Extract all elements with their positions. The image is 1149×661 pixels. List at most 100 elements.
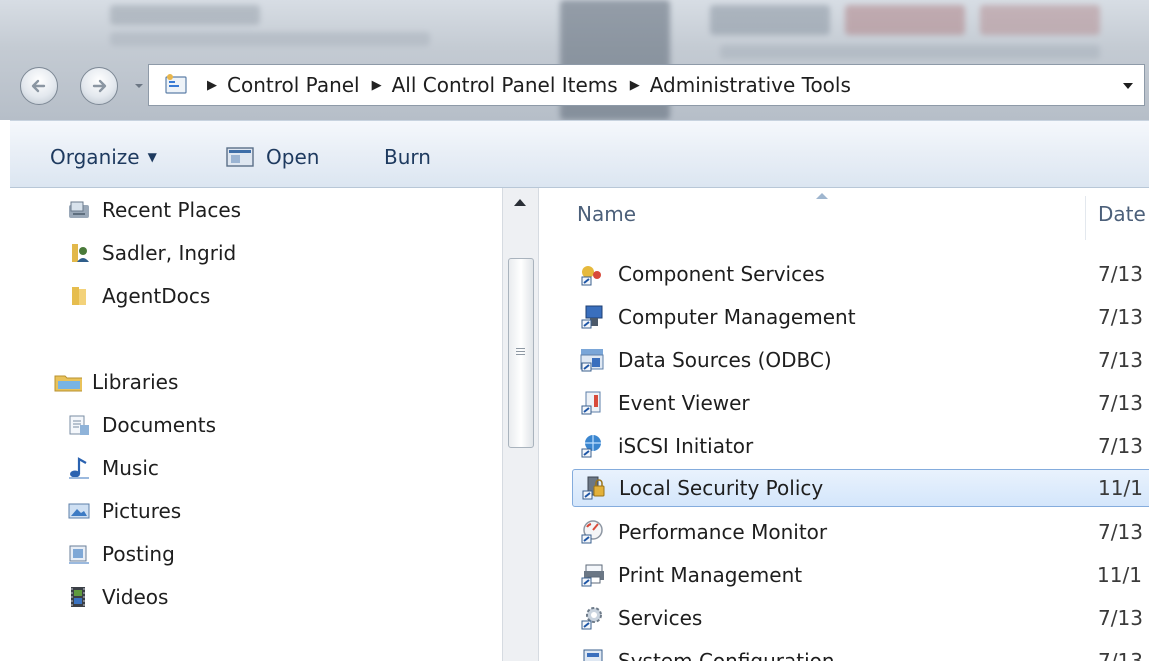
open-window-icon xyxy=(226,147,254,167)
breadcrumb-administrative-tools[interactable]: Administrative Tools xyxy=(650,73,851,97)
item-name: Event Viewer xyxy=(618,391,750,415)
nav-item-pictures[interactable]: Pictures xyxy=(66,494,181,528)
nav-item-music[interactable]: Music xyxy=(66,451,159,485)
nav-item-label: AgentDocs xyxy=(102,284,211,308)
list-item[interactable]: Component Services 7/13 xyxy=(572,255,1149,293)
performance-monitor-icon xyxy=(581,520,603,544)
item-date: 7/13 xyxy=(1098,520,1143,544)
forward-button[interactable] xyxy=(80,67,118,105)
recent-pages-dropdown-icon[interactable] xyxy=(133,80,145,92)
nav-item-videos[interactable]: Videos xyxy=(66,580,168,614)
forward-arrow-icon xyxy=(92,79,107,93)
computer-management-icon xyxy=(581,305,603,329)
item-date: 7/13 xyxy=(1098,391,1143,415)
item-name: Computer Management xyxy=(618,305,856,329)
nav-item-sadler-ingrid[interactable]: Sadler, Ingrid xyxy=(66,236,236,270)
list-item[interactable]: Event Viewer 7/13 xyxy=(572,384,1149,422)
list-item[interactable]: System Configuration 7/13 xyxy=(572,642,1149,661)
file-list: Name Date Component Services 7/13 Comput… xyxy=(539,188,1149,661)
breadcrumb-control-panel[interactable]: Control Panel xyxy=(227,73,360,97)
control-panel-icon xyxy=(165,74,187,94)
column-header-name[interactable]: Name xyxy=(577,188,636,240)
odbc-icon xyxy=(580,349,604,372)
list-item-selected[interactable]: Local Security Policy 11/1 xyxy=(572,469,1149,507)
nav-item-documents[interactable]: Documents xyxy=(66,408,216,442)
open-button[interactable]: Open xyxy=(226,145,319,169)
item-date: 7/13 xyxy=(1098,606,1143,630)
address-bar[interactable]: ▶ Control Panel ▶ All Control Panel Item… xyxy=(148,64,1145,106)
nav-item-label: Pictures xyxy=(102,499,182,523)
organize-label: Organize xyxy=(50,145,140,169)
nav-item-posting[interactable]: Posting xyxy=(66,537,175,571)
item-name: System Configuration xyxy=(618,649,835,661)
navigation-scrollbar[interactable] xyxy=(502,188,539,661)
nav-item-label: Posting xyxy=(102,542,175,566)
services-icon xyxy=(581,607,602,630)
item-date: 7/13 xyxy=(1098,262,1143,286)
item-name: Services xyxy=(618,606,703,630)
videos-icon xyxy=(71,587,85,607)
recent-places-icon xyxy=(69,201,89,218)
item-date: 7/13 xyxy=(1098,348,1143,372)
column-separator[interactable] xyxy=(1085,196,1086,240)
item-date: 11/1 xyxy=(1098,476,1143,500)
list-item[interactable]: Data Sources (ODBC) 7/13 xyxy=(572,341,1149,379)
nav-item-label: Documents xyxy=(102,413,217,437)
list-item[interactable]: Services 7/13 xyxy=(572,599,1149,637)
item-date: 11/1 xyxy=(1097,563,1142,587)
nav-item-recent-places[interactable]: Recent Places xyxy=(66,193,241,227)
address-history-dropdown-icon[interactable] xyxy=(1122,82,1134,90)
iscsi-icon xyxy=(581,435,601,458)
list-item[interactable]: Print Management 11/1 xyxy=(572,556,1149,594)
item-name: Print Management xyxy=(618,563,803,587)
nav-item-label: Videos xyxy=(102,585,169,609)
list-item[interactable]: Computer Management 7/13 xyxy=(572,298,1149,336)
breadcrumb-arrow-icon[interactable]: ▶ xyxy=(630,78,640,93)
item-name: Performance Monitor xyxy=(618,520,828,544)
column-header-date[interactable]: Date xyxy=(1098,188,1146,240)
command-bar: Organize ▼ Open Burn xyxy=(10,120,1149,188)
window-titlebar: ▶ Control Panel ▶ All Control Panel Item… xyxy=(0,0,1149,120)
security-policy-icon xyxy=(582,476,605,500)
scroll-up-arrow-icon[interactable] xyxy=(513,197,527,207)
event-viewer-icon xyxy=(581,391,601,415)
documents-icon xyxy=(69,415,89,435)
item-date: 7/13 xyxy=(1098,434,1143,458)
item-date: 7/13 xyxy=(1098,649,1143,661)
burn-label: Burn xyxy=(384,145,431,169)
breadcrumb-all-items[interactable]: All Control Panel Items xyxy=(392,73,618,97)
navigation-pane: Recent Places Sadler, Ingrid AgentDocs L… xyxy=(10,188,502,661)
folder-icon xyxy=(72,287,86,305)
open-label: Open xyxy=(266,145,320,169)
organize-button[interactable]: Organize ▼ xyxy=(50,145,157,169)
item-name: Component Services xyxy=(618,262,825,286)
back-arrow-icon xyxy=(31,79,46,93)
nav-item-agentdocs[interactable]: AgentDocs xyxy=(66,279,210,313)
print-management-icon xyxy=(581,564,604,587)
breadcrumb: ▶ Control Panel ▶ All Control Panel Item… xyxy=(195,65,851,105)
back-button[interactable] xyxy=(20,67,58,105)
component-services-icon xyxy=(581,266,601,286)
chevron-down-icon: ▼ xyxy=(147,150,157,164)
sort-ascending-icon xyxy=(816,193,828,199)
libraries-icon xyxy=(54,375,82,392)
system-configuration-icon xyxy=(583,649,603,661)
nav-item-label: Libraries xyxy=(92,370,179,394)
nav-item-libraries[interactable]: Libraries xyxy=(50,365,178,399)
item-name: Local Security Policy xyxy=(619,476,824,500)
list-item[interactable]: Performance Monitor 7/13 xyxy=(572,513,1149,551)
user-folder-icon xyxy=(72,244,89,262)
pictures-icon xyxy=(68,503,90,519)
item-name: iSCSI Initiator xyxy=(618,434,754,458)
breadcrumb-arrow-icon[interactable]: ▶ xyxy=(207,78,217,93)
breadcrumb-arrow-icon[interactable]: ▶ xyxy=(372,78,382,93)
nav-item-label: Recent Places xyxy=(102,198,242,222)
burn-button[interactable]: Burn xyxy=(384,145,431,169)
scrollbar-grip-icon xyxy=(516,346,525,357)
item-name: Data Sources (ODBC) xyxy=(618,348,832,372)
music-icon xyxy=(69,457,89,479)
list-item[interactable]: iSCSI Initiator 7/13 xyxy=(572,427,1149,465)
nav-item-label: Music xyxy=(102,456,159,480)
item-date: 7/13 xyxy=(1098,305,1143,329)
posting-library-icon xyxy=(69,545,89,564)
